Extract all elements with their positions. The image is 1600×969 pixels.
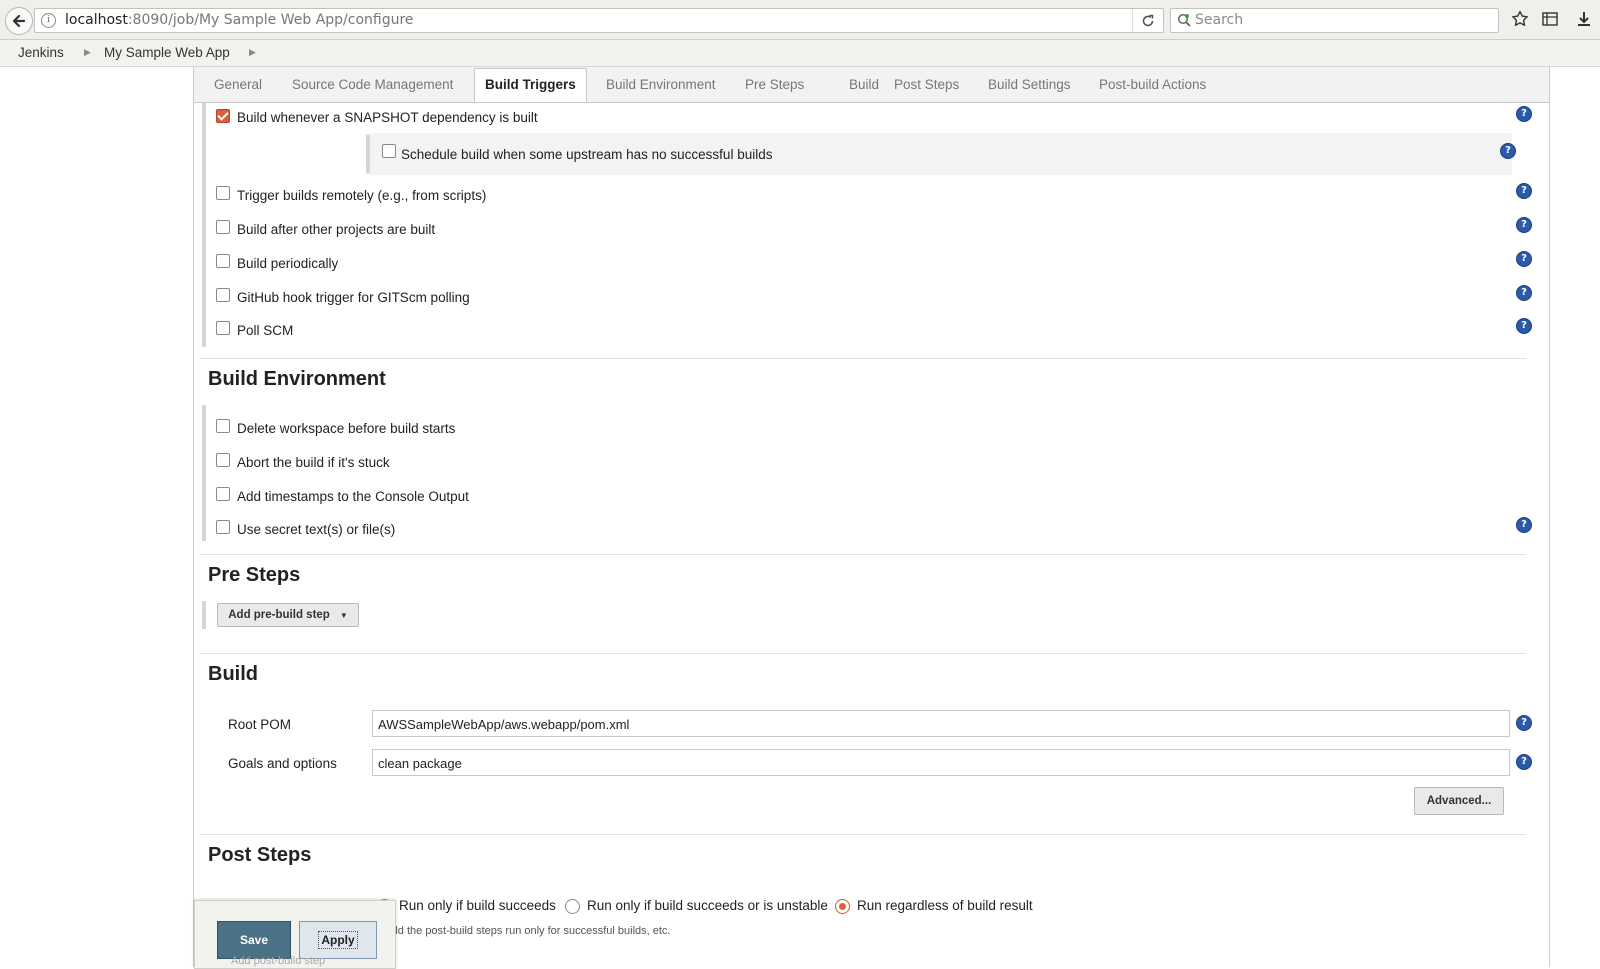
build-heading: Build xyxy=(208,663,258,685)
tab-post-build-actions[interactable]: Post-build Actions xyxy=(1099,77,1206,92)
add-post-build-step-button[interactable]: Add post-build step xyxy=(231,955,325,967)
apply-label: Apply xyxy=(318,931,358,949)
side-panel xyxy=(0,67,194,967)
build-periodically-checkbox[interactable] xyxy=(216,254,230,268)
build-after-checkbox[interactable] xyxy=(216,220,230,234)
back-button[interactable] xyxy=(5,7,33,35)
nested-indent-bar xyxy=(366,135,370,173)
delete-workspace-checkbox[interactable] xyxy=(216,419,230,433)
upstream-checkbox[interactable] xyxy=(382,144,396,158)
delete-workspace-label: Delete workspace before build starts xyxy=(237,421,456,436)
section-divider xyxy=(200,834,1526,835)
post-steps-heading: Post Steps xyxy=(208,844,312,866)
section-indent-bar xyxy=(202,103,206,347)
browser-search-input[interactable]: Search xyxy=(1170,8,1499,33)
breadcrumb-arrow-icon[interactable]: ▶ xyxy=(249,47,256,58)
reload-icon xyxy=(1142,14,1154,26)
config-form: Build whenever a SNAPSHOT dependency is … xyxy=(194,103,1549,967)
url-bar[interactable]: i localhost:8090/job/My Sample Web App/c… xyxy=(34,8,1164,33)
goals-input[interactable]: clean package xyxy=(372,749,1510,776)
snapshot-label: Build whenever a SNAPSHOT dependency is … xyxy=(237,110,538,125)
upstream-label: Schedule build when some upstream has no… xyxy=(401,147,773,162)
advanced-button[interactable]: Advanced... xyxy=(1414,787,1504,815)
run-regardless-label: Run regardless of build result xyxy=(857,898,1033,913)
tab-pre-steps[interactable]: Pre Steps xyxy=(745,77,804,92)
info-icon[interactable]: i xyxy=(41,13,56,28)
add-pre-build-step-label: Add pre-build step xyxy=(228,609,330,621)
breadcrumb: Jenkins ▶ My Sample Web App ▶ xyxy=(0,40,1600,67)
help-icon[interactable]: ? xyxy=(1516,285,1532,301)
github-hook-checkbox[interactable] xyxy=(216,288,230,302)
tab-general[interactable]: General xyxy=(214,77,262,92)
build-after-label: Build after other projects are built xyxy=(237,222,436,237)
library-icon[interactable] xyxy=(1540,9,1560,29)
help-icon[interactable]: ? xyxy=(1516,217,1532,233)
section-divider xyxy=(200,653,1526,654)
tab-build-triggers[interactable]: Build Triggers xyxy=(474,68,587,102)
timestamps-checkbox[interactable] xyxy=(216,487,230,501)
breadcrumb-jenkins[interactable]: Jenkins xyxy=(18,45,64,60)
section-divider xyxy=(200,554,1526,555)
tab-build-environment[interactable]: Build Environment xyxy=(606,77,716,92)
trigger-remote-label: Trigger builds remotely (e.g., from scri… xyxy=(237,188,487,203)
radio-run-if-unstable[interactable] xyxy=(565,899,580,914)
help-icon[interactable]: ? xyxy=(1516,715,1532,731)
browser-toolbar: i localhost:8090/job/My Sample Web App/c… xyxy=(0,0,1600,40)
run-if-unstable-label: Run only if build succeeds or is unstabl… xyxy=(587,898,828,913)
tab-source-code-management[interactable]: Source Code Management xyxy=(292,77,453,92)
help-icon[interactable]: ? xyxy=(1516,106,1532,122)
run-if-succeeds-label: Run only if build succeeds xyxy=(399,898,556,913)
snapshot-checkbox[interactable] xyxy=(216,109,230,123)
search-placeholder: Search xyxy=(1195,12,1244,28)
trigger-remote-checkbox[interactable] xyxy=(216,186,230,200)
tab-post-steps[interactable]: Post Steps xyxy=(894,77,959,92)
config-frame-edge xyxy=(1549,67,1550,967)
root-pom-input[interactable]: AWSSampleWebApp/aws.webapp/pom.xml xyxy=(372,710,1510,737)
apply-button[interactable]: Apply xyxy=(299,921,377,959)
radio-run-regardless[interactable] xyxy=(835,899,850,914)
section-indent-bar xyxy=(202,601,206,629)
breadcrumb-arrow-icon[interactable]: ▶ xyxy=(84,47,91,58)
bookmark-star-icon[interactable] xyxy=(1510,9,1530,29)
download-icon[interactable] xyxy=(1574,9,1594,29)
poll-scm-label: Poll SCM xyxy=(237,323,294,338)
tab-build-settings[interactable]: Build Settings xyxy=(988,77,1071,92)
github-hook-label: GitHub hook trigger for GITScm polling xyxy=(237,290,470,305)
post-steps-hint: hould the post-build steps run only for … xyxy=(377,925,671,937)
help-icon[interactable]: ? xyxy=(1516,251,1532,267)
build-environment-heading: Build Environment xyxy=(208,368,386,390)
help-icon[interactable]: ? xyxy=(1516,517,1532,533)
dropdown-caret-icon: ▼ xyxy=(339,610,348,620)
save-button[interactable]: Save xyxy=(217,921,291,959)
root-pom-label: Root POM xyxy=(228,717,292,732)
help-icon[interactable]: ? xyxy=(1516,754,1532,770)
abort-stuck-label: Abort the build if it's stuck xyxy=(237,455,390,470)
abort-stuck-checkbox[interactable] xyxy=(216,453,230,467)
goals-label: Goals and options xyxy=(228,756,337,771)
section-divider xyxy=(200,358,1526,359)
reload-button[interactable] xyxy=(1132,9,1163,32)
pre-steps-heading: Pre Steps xyxy=(208,564,301,586)
tab-build[interactable]: Build xyxy=(849,77,879,92)
snapshot-options-panel: Schedule build when some upstream has no… xyxy=(366,133,1516,175)
section-indent-bar xyxy=(202,405,206,541)
build-periodically-label: Build periodically xyxy=(237,256,339,271)
save-apply-bar: Save Apply Add post-build step xyxy=(194,900,396,969)
help-icon[interactable]: ? xyxy=(1500,143,1516,159)
help-icon[interactable]: ? xyxy=(1516,183,1532,199)
search-icon xyxy=(1177,13,1192,31)
add-pre-build-step-button[interactable]: Add pre-build step ▼ xyxy=(217,603,359,627)
poll-scm-checkbox[interactable] xyxy=(216,321,230,335)
url-text: localhost:8090/job/My Sample Web App/con… xyxy=(65,12,414,28)
config-tabbar: General Source Code Management Build Tri… xyxy=(194,67,1549,103)
breadcrumb-job[interactable]: My Sample Web App xyxy=(104,45,230,60)
help-icon[interactable]: ? xyxy=(1516,318,1532,334)
secret-label: Use secret text(s) or file(s) xyxy=(237,522,396,537)
back-arrow-icon xyxy=(12,14,26,28)
secret-checkbox[interactable] xyxy=(216,520,230,534)
timestamps-label: Add timestamps to the Console Output xyxy=(237,489,469,504)
